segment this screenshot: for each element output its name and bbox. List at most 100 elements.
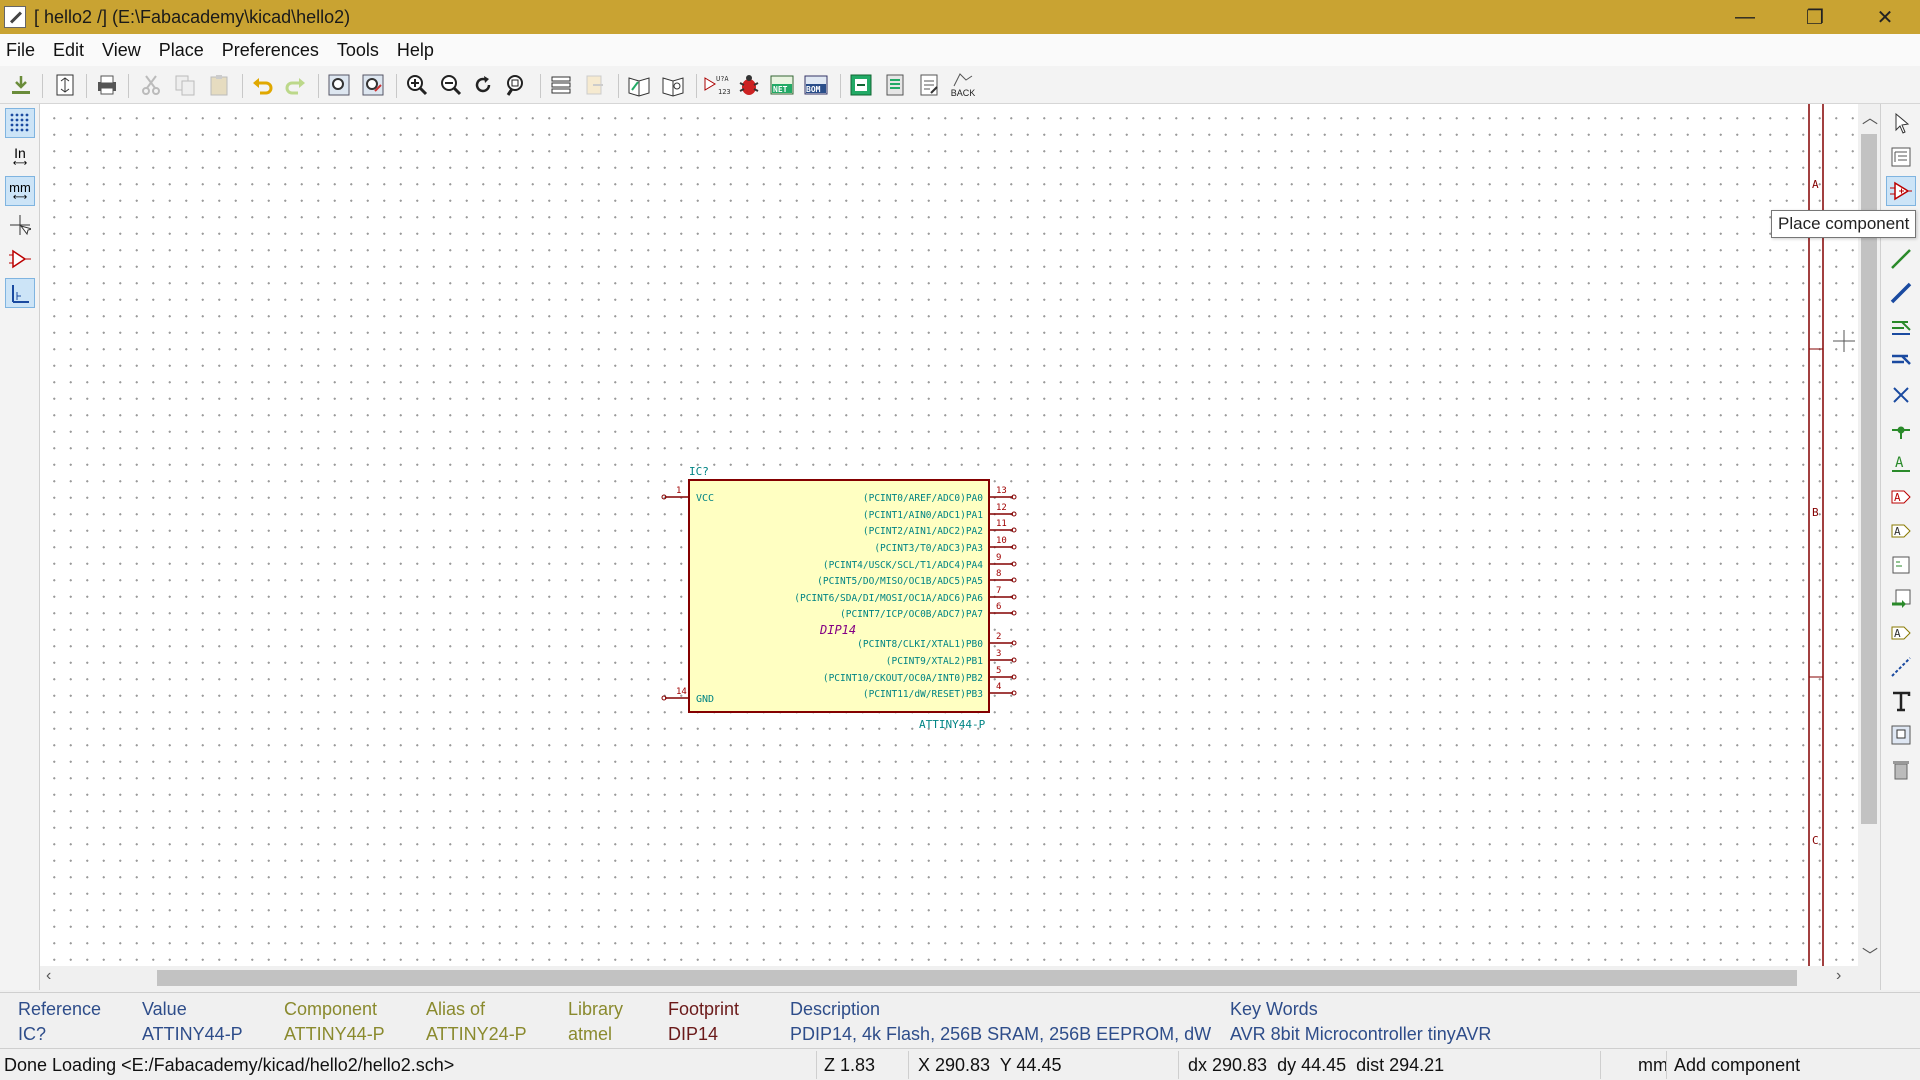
zoom-in-icon[interactable] [402,70,432,100]
back-annotate-icon[interactable]: BACK [948,70,978,100]
hierarchy-icon[interactable] [546,70,576,100]
minimize-button[interactable]: — [1710,0,1780,34]
scroll-left-icon[interactable]: ‹ [46,967,51,985]
component-footprint: DIP14 [819,623,856,637]
find-icon[interactable] [324,70,354,100]
pin-name: (PCINT8/CLKI/XTAL1)PB0 [857,639,983,650]
library-editor-icon[interactable] [624,70,654,100]
menu-view[interactable]: View [102,40,141,61]
info-footprint-label: Footprint [668,999,740,1019]
info-description-label: Description [790,999,881,1019]
global-label-icon[interactable]: A [1886,482,1916,512]
annotate-icon[interactable]: U?A 123 [702,70,732,100]
mm-units-button[interactable]: mm ⟷ [5,176,35,206]
erc-icon[interactable] [734,70,764,100]
cvpcb-icon[interactable] [846,70,876,100]
scroll-down-icon[interactable]: ﹀ [1862,942,1878,966]
grid-toggle-icon[interactable] [5,108,35,138]
image-icon[interactable] [1886,720,1916,750]
schematic-canvas[interactable]: A B C IC? ATTINY44-P DIP14 1 VCC 14 GND 13 (… [40,104,1858,966]
maximize-button[interactable]: ❐ [1780,0,1850,34]
close-button[interactable]: ✕ [1850,0,1920,34]
find-replace-icon[interactable] [358,70,388,100]
cut-icon[interactable] [136,70,166,100]
status-delta: dx 290.83 dy 44.45 dist 294.21 [1188,1055,1445,1075]
info-footprint: Footprint DIP14 [668,999,739,1045]
scroll-up-icon[interactable]: ︿ [1862,104,1878,128]
status-zoom: Z 1.83 [824,1055,876,1075]
cursor-shape-icon[interactable] [5,210,35,240]
info-reference-value: IC? [18,1024,47,1044]
menu-help[interactable]: Help [397,40,434,61]
open-icon[interactable] [6,70,36,100]
menu-edit[interactable]: Edit [53,40,84,61]
bom-icon[interactable]: BOM [802,70,832,100]
library-browser-icon[interactable] [658,70,688,100]
menu-file[interactable]: File [6,40,35,61]
delete-item-icon[interactable] [1886,754,1916,784]
copy-icon[interactable] [170,70,200,100]
undo-icon[interactable] [248,70,278,100]
pin-number: 13 [996,486,1007,496]
inch-units-button[interactable]: In ⟷ [5,142,35,172]
paste-icon[interactable] [204,70,234,100]
horizontal-scrollbar[interactable]: ‹ › [40,966,1880,990]
redo-icon[interactable] [280,70,310,100]
hierarchy-navigator-icon[interactable] [1886,142,1916,172]
svg-text:A: A [1895,455,1904,471]
svg-text:BOM: BOM [806,85,821,94]
svg-text:123: 123 [718,88,731,96]
component-attiny44[interactable]: IC? ATTINY44-P DIP14 1 VCC 14 GND 13 (PCINT0… [661,465,1017,731]
pin-name: (PCINT5/DO/MISO/OC1B/ADC5)PA5 [817,576,983,587]
graphic-line-icon[interactable] [1886,652,1916,682]
border-zone-c: C [1812,834,1819,847]
no-connect-icon[interactable] [1886,380,1916,410]
redraw-icon[interactable] [468,70,498,100]
import-sheet-pin-icon[interactable] [1886,584,1916,614]
left-toolbar: In ⟷ mm ⟷ [0,104,40,990]
hierarchical-sheet-icon[interactable] [1886,550,1916,580]
pin-name: (PCINT4/USCK/SCL/T1/ADC4)PA4 [823,560,983,571]
menu-preferences[interactable]: Preferences [222,40,319,61]
junction-icon[interactable] [1886,414,1916,444]
wire-icon[interactable] [1886,244,1916,274]
svg-text:A: A [1894,525,1901,538]
print-icon[interactable] [92,70,122,100]
leave-sheet-icon[interactable] [580,70,610,100]
title-bar: [ hello2 /] (E:\Fabacademy\kicad\hello2)… [0,0,1920,34]
wire-45-icon[interactable] [5,278,35,308]
hidden-pins-icon[interactable] [5,244,35,274]
graphic-text-icon[interactable] [1886,686,1916,716]
pin-number: 11 [996,519,1007,529]
page-settings-icon[interactable] [50,70,80,100]
window-title: [ hello2 /] (E:\Fabacademy\kicad\hello2) [34,6,351,27]
info-value-value: ATTINY44-P [142,1024,243,1044]
netlist-icon[interactable]: NET [768,70,798,100]
bus-entry-icon[interactable] [1886,346,1916,376]
import-footprint-icon[interactable] [914,70,944,100]
menu-bar: File Edit View Place Preferences Tools H… [0,34,1920,66]
menu-place[interactable]: Place [159,40,204,61]
scroll-right-icon[interactable]: › [1836,967,1841,985]
pin-number: 10 [996,536,1007,546]
border-zone-a: A [1812,178,1819,191]
component-info-panel: Reference IC? Value ATTINY44-P Component… [0,992,1920,1048]
net-label-icon[interactable]: A [1886,448,1916,478]
info-keywords-value: AVR 8bit Microcontroller tinyAVR [1230,1024,1492,1044]
pin-name: (PCINT11/dW/RESET)PB3 [863,689,983,700]
zoom-out-icon[interactable] [436,70,466,100]
sheet-pin-icon[interactable]: A [1886,618,1916,648]
place-component-icon[interactable] [1886,176,1916,206]
wire-entry-icon[interactable] [1886,312,1916,342]
menu-tools[interactable]: Tools [337,40,379,61]
pin-name: (PCINT0/AREF/ADC0)PA0 [863,493,983,504]
pcbnew-icon[interactable] [880,70,910,100]
status-bar: Done Loading <E:/Fabacademy/kicad/hello2… [0,1048,1920,1080]
bus-icon[interactable] [1886,278,1916,308]
zoom-fit-icon[interactable] [500,70,530,100]
info-keywords-label: Key Words [1230,999,1318,1019]
horizontal-scroll-thumb[interactable] [157,970,1797,986]
select-arrow-icon[interactable] [1886,108,1916,138]
hierarchical-label-icon[interactable]: A [1886,516,1916,546]
info-alias-label: Alias of [426,999,486,1019]
